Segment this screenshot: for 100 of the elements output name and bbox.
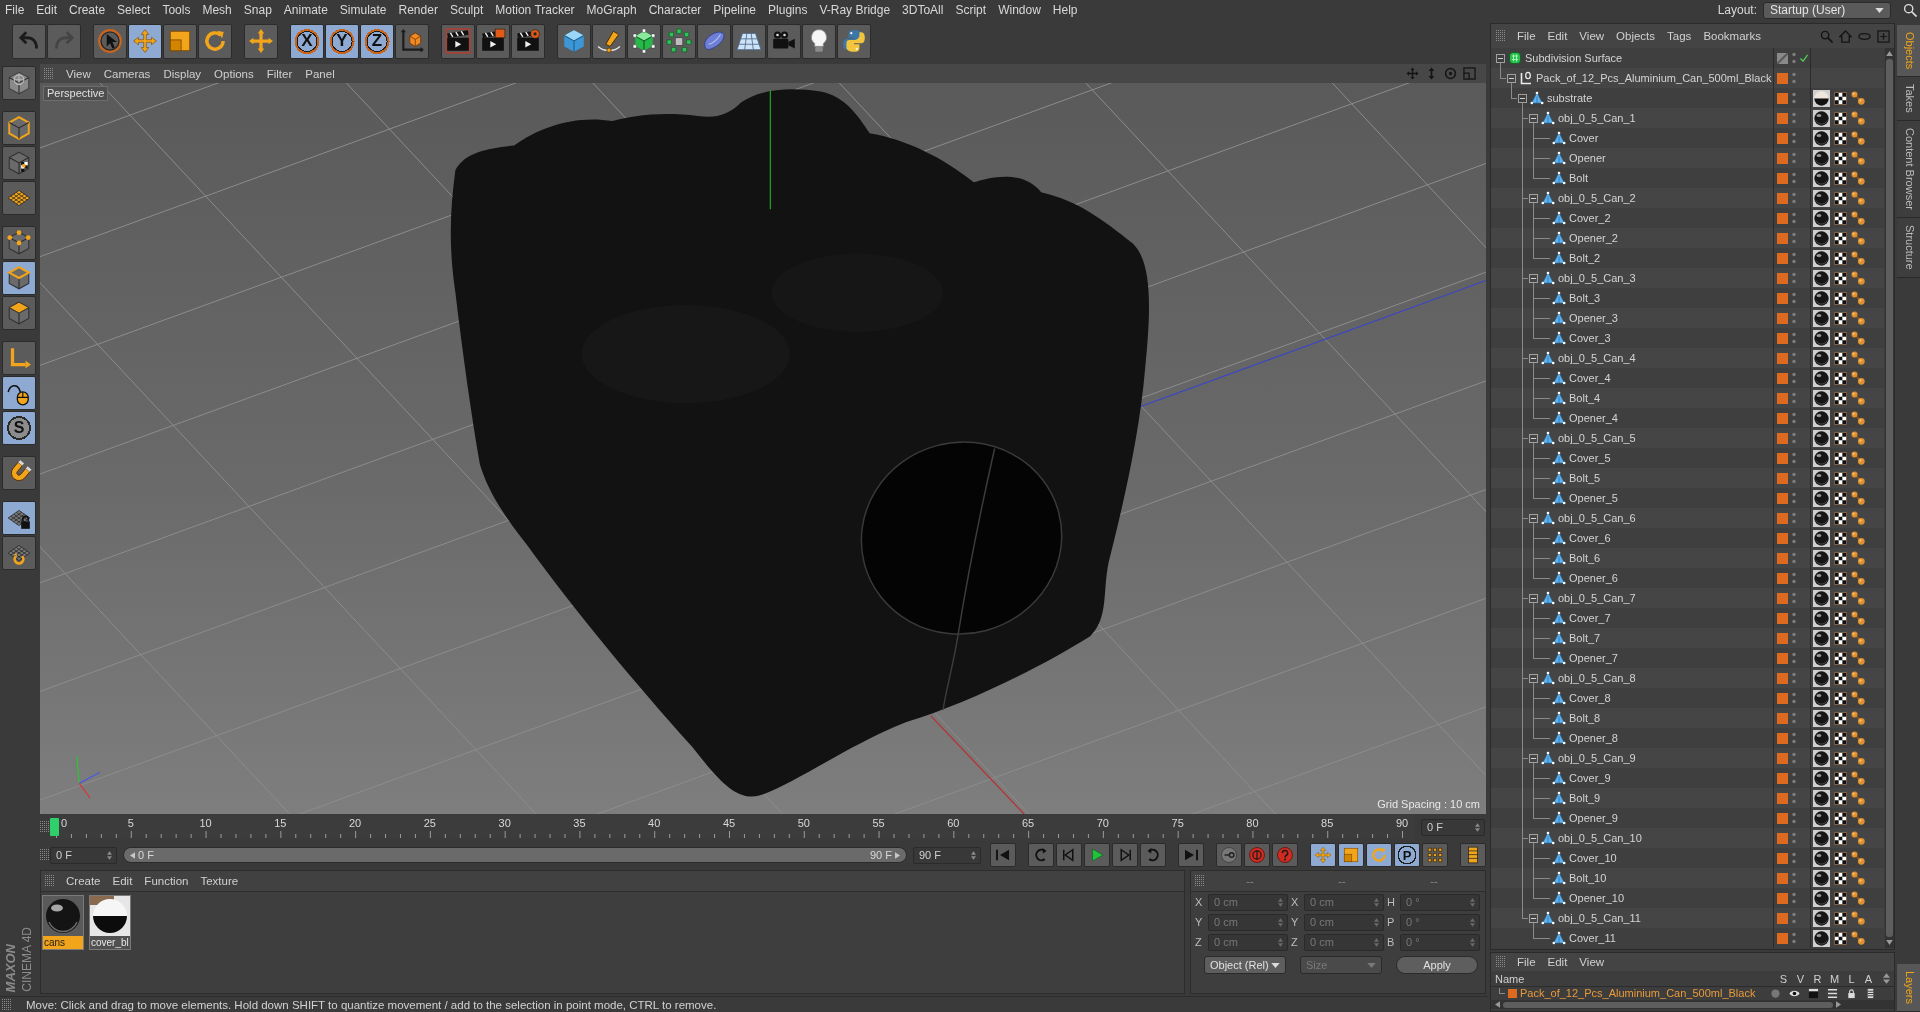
visibility-dots-icon[interactable] (1792, 532, 1796, 544)
polygons-mode-button[interactable] (2, 296, 36, 330)
collapse-toggle-icon[interactable] (1529, 433, 1538, 443)
render-settings-button[interactable] (511, 23, 545, 59)
ball-pair-icon[interactable] (1851, 111, 1865, 125)
layer-color-icon[interactable] (1777, 572, 1788, 584)
python-button[interactable] (837, 23, 871, 59)
ball-pair-icon[interactable] (1851, 751, 1865, 765)
sphere-material-icon[interactable] (1813, 169, 1830, 187)
grip-icon[interactable] (40, 821, 49, 833)
column-header[interactable]: A (1860, 972, 1877, 985)
snap-button[interactable] (2, 456, 36, 490)
menu-item[interactable]: Bookmarks (1703, 30, 1761, 42)
object-name[interactable]: obj_0_5_Can_6 (1558, 512, 1636, 524)
object-name[interactable]: obj_0_5_Can_9 (1558, 752, 1636, 764)
sphere-material-icon[interactable] (1813, 229, 1830, 247)
make-editable-button[interactable] (2, 66, 36, 100)
scale-key-button[interactable] (1338, 843, 1364, 867)
object-row[interactable]: obj_0_5_Can_4 (1491, 348, 1884, 368)
ball-pair-icon[interactable] (1851, 171, 1865, 185)
light-button[interactable] (802, 23, 836, 59)
layer-color-icon[interactable] (1777, 132, 1788, 144)
sphere-material-icon[interactable] (1813, 109, 1830, 127)
sphere-material-icon[interactable] (1813, 709, 1830, 727)
spin-arrows-icon[interactable] (107, 850, 112, 860)
checker-tag-icon[interactable] (1834, 471, 1847, 485)
object-name[interactable]: Cover_4 (1569, 372, 1611, 384)
object-name[interactable]: Cover_6 (1569, 532, 1611, 544)
menu-item[interactable]: Edit (1547, 30, 1568, 42)
checker-tag-icon[interactable] (1834, 431, 1847, 445)
layer-color-icon[interactable] (1777, 692, 1788, 704)
ball-pair-icon[interactable] (1851, 551, 1865, 565)
column-header[interactable]: V (1792, 972, 1809, 985)
object-name[interactable]: Bolt_3 (1569, 292, 1601, 304)
sphere-material-icon[interactable] (1813, 589, 1830, 607)
checker-tag-icon[interactable] (1834, 131, 1847, 145)
layer-color-icon[interactable] (1777, 272, 1788, 284)
playhead-marker[interactable] (50, 818, 59, 836)
ball-pair-icon[interactable] (1851, 391, 1865, 405)
visibility-dots-icon[interactable] (1792, 112, 1796, 124)
sphere-material-icon[interactable] (1813, 149, 1830, 167)
start-frame-field[interactable]: 0 F (50, 846, 117, 864)
clapperboard-icon[interactable] (1808, 988, 1819, 999)
collapse-toggle-icon[interactable] (1529, 113, 1538, 123)
menu-item[interactable]: Pipeline (713, 2, 757, 18)
point-level-button[interactable] (1422, 843, 1448, 867)
right-arrow-icon[interactable] (1836, 1001, 1841, 1008)
ball-pair-icon[interactable] (1851, 91, 1865, 105)
object-name[interactable]: Opener_5 (1569, 492, 1618, 504)
ball-pair-icon[interactable] (1851, 631, 1865, 645)
layout-dropdown[interactable]: Startup (User) (1763, 1, 1891, 19)
visibility-dots-icon[interactable] (1792, 92, 1796, 104)
object-name[interactable]: Bolt_4 (1569, 392, 1601, 404)
sphere-material-icon[interactable] (1813, 549, 1830, 567)
floor-button[interactable] (732, 23, 766, 59)
sphere-material-icon[interactable] (1813, 789, 1830, 807)
ball-pair-icon[interactable] (1851, 411, 1865, 425)
visibility-dots-icon[interactable] (1792, 692, 1796, 704)
ball-pair-icon[interactable] (1851, 531, 1865, 545)
model-mode-button[interactable] (2, 111, 36, 145)
layer-color-icon[interactable] (1508, 989, 1517, 998)
render-view-button[interactable] (441, 23, 475, 59)
visibility-dots-icon[interactable] (1792, 292, 1796, 304)
sphere-material-icon[interactable] (1813, 129, 1830, 147)
grip-icon[interactable] (40, 849, 49, 861)
preview-range-bar[interactable]: 0 F 90 F (123, 847, 907, 863)
collapse-toggle-icon[interactable] (1529, 193, 1538, 203)
checker-tag-icon[interactable] (1834, 291, 1847, 305)
visibility-dots-icon[interactable] (1792, 812, 1796, 824)
deformer-button[interactable] (697, 23, 731, 59)
object-name[interactable]: Cover_5 (1569, 452, 1611, 464)
checker-tag-icon[interactable] (1834, 691, 1847, 705)
ball-pair-icon[interactable] (1851, 851, 1865, 865)
menu-item[interactable]: Sculpt (449, 2, 484, 18)
checker-tag-icon[interactable] (1834, 511, 1847, 525)
vertical-scrollbar[interactable] (1885, 48, 1894, 948)
undo-button[interactable] (12, 23, 46, 59)
object-row[interactable]: Bolt_10 (1491, 868, 1884, 888)
sphere-material-icon[interactable] (1813, 529, 1830, 547)
collapse-toggle-icon[interactable] (1507, 73, 1516, 83)
sphere-material-icon[interactable] (1813, 329, 1830, 347)
visibility-dots-icon[interactable] (1792, 712, 1796, 724)
sphere-material-icon[interactable] (1813, 649, 1830, 667)
object-name[interactable]: Pack_of_12_Pcs_Aluminium_Can_500ml_Black (1536, 72, 1772, 84)
visibility-dots-icon[interactable] (1792, 552, 1796, 564)
visibility-dots-icon[interactable] (1792, 72, 1796, 84)
layer-color-icon[interactable] (1777, 292, 1788, 304)
checker-tag-icon[interactable] (1834, 391, 1847, 405)
layer-color-icon[interactable] (1777, 532, 1788, 544)
checker-tag-icon[interactable] (1834, 891, 1847, 905)
sphere-material-icon[interactable] (1813, 249, 1830, 267)
object-row[interactable]: obj_0_5_Can_8 (1491, 668, 1884, 688)
object-name[interactable]: Cover_10 (1569, 852, 1617, 864)
menu-item[interactable]: Tools (162, 2, 191, 18)
object-name[interactable]: Opener_8 (1569, 732, 1618, 744)
3d-model-drawing[interactable] (450, 89, 1149, 797)
checker-tag-icon[interactable] (1834, 671, 1847, 685)
next-key-button[interactable] (1140, 843, 1166, 867)
rotation-key-button[interactable] (1366, 843, 1392, 867)
sphere-material-icon[interactable] (1813, 849, 1830, 867)
